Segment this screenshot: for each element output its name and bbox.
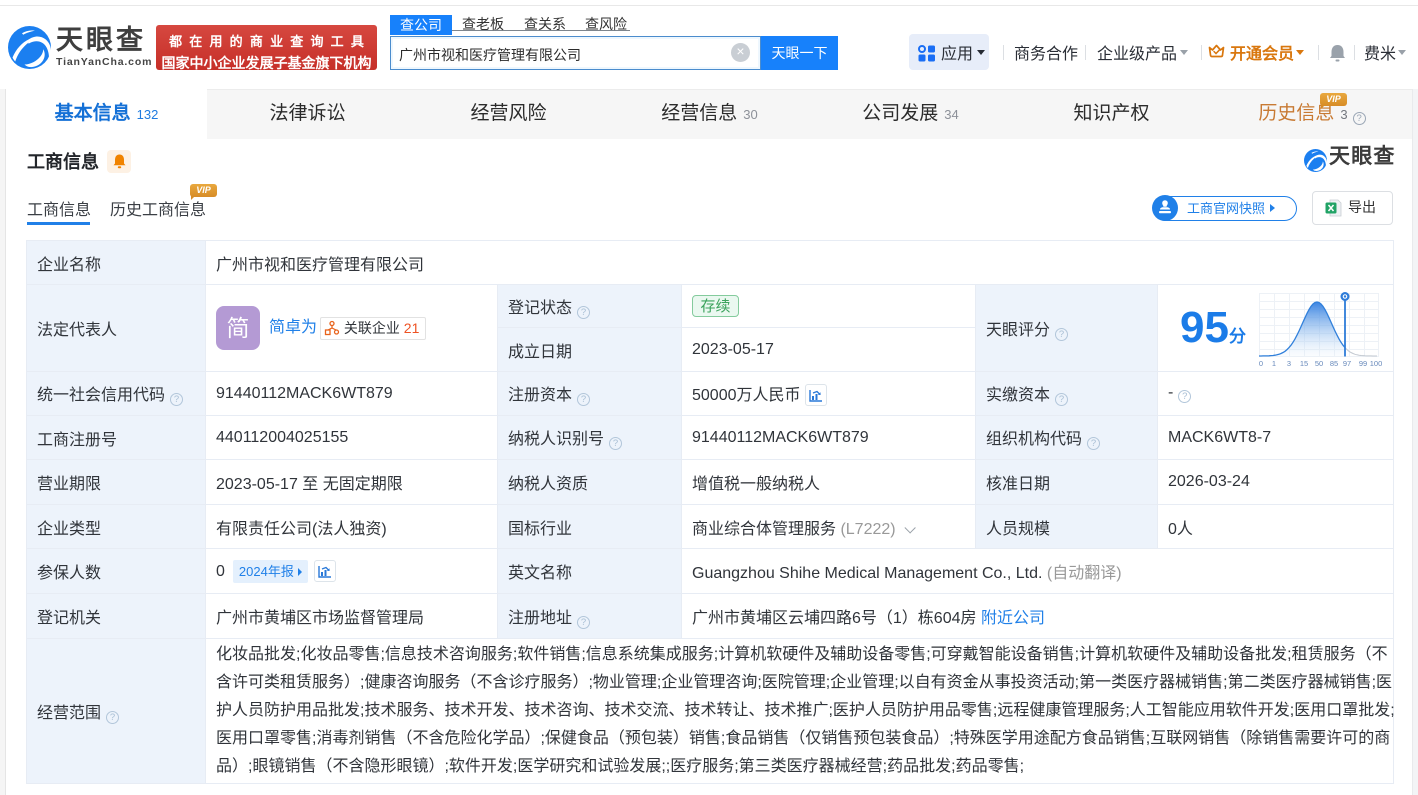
svg-text:0: 0 (1259, 359, 1263, 368)
svg-text:97: 97 (1343, 359, 1351, 368)
svg-text:3: 3 (1287, 359, 1291, 368)
svg-text:50: 50 (1315, 359, 1323, 368)
svg-text:1: 1 (1272, 359, 1276, 368)
svg-text:85: 85 (1330, 359, 1338, 368)
svg-text:15: 15 (1300, 359, 1308, 368)
svg-text:100: 100 (1370, 359, 1383, 368)
svg-text:99: 99 (1359, 359, 1367, 368)
